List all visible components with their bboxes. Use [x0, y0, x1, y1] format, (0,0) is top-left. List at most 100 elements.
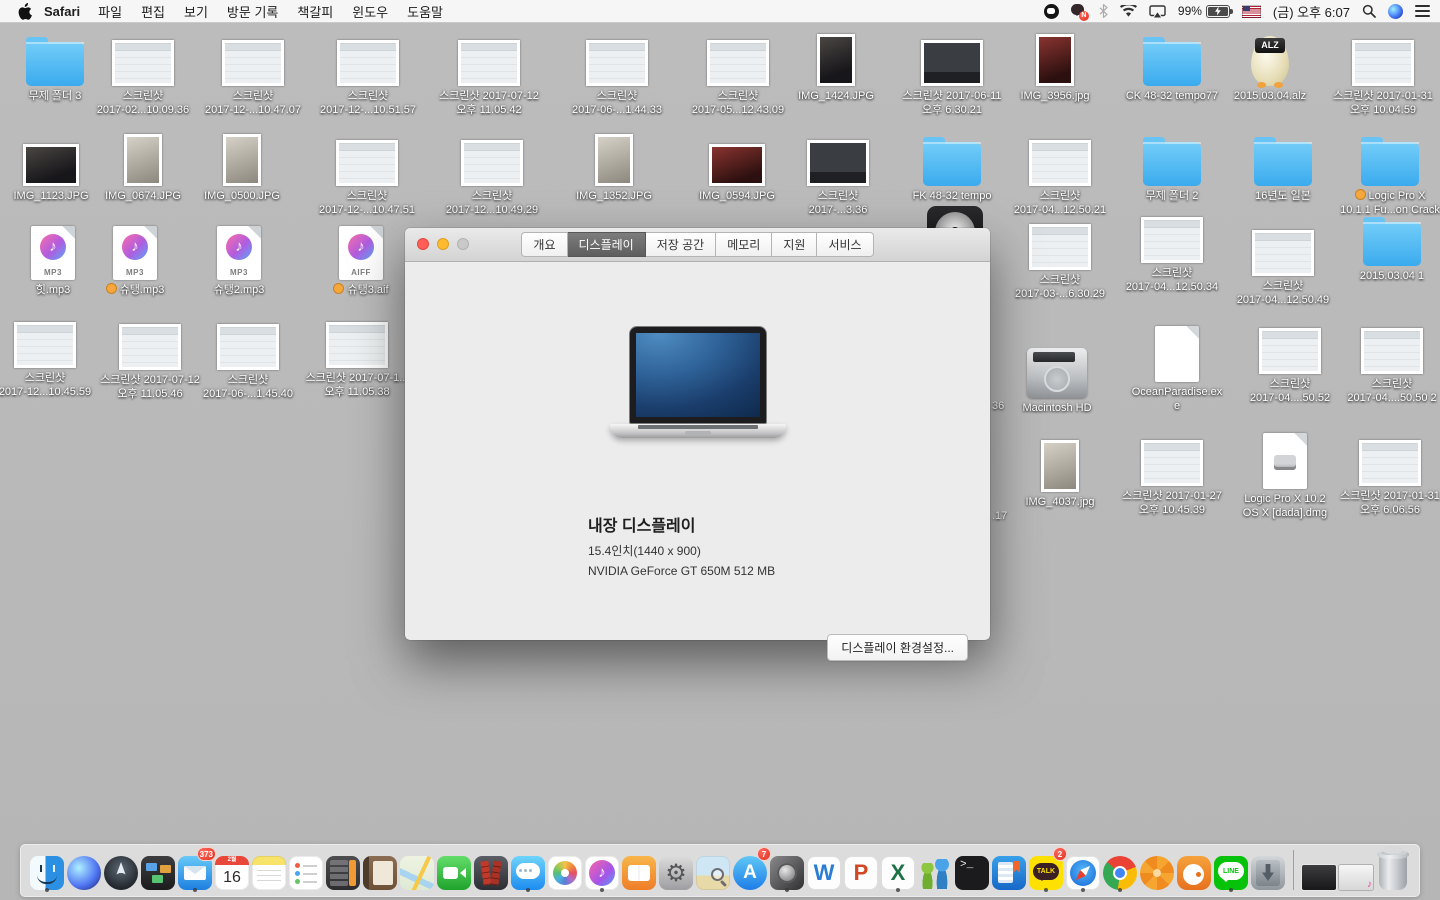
desktop-icon-screenshot-2017-06-1-45-40[interactable]: 스크린샷2017-06-...1.45.40 [190, 312, 306, 401]
dock-minimized-window-light[interactable] [1339, 850, 1373, 890]
dock-safari[interactable] [1066, 850, 1100, 890]
desktop-icon-mp3-shutaeng[interactable]: MP3슈탱.mp3 [77, 222, 193, 297]
bluetooth-icon[interactable] [1099, 4, 1108, 18]
desktop-icon-screenshot-2017-01-27-10-45-39[interactable]: 스크린샷 2017-01-27오후 10.45.39 [1114, 428, 1230, 517]
menu-item-3[interactable]: 방문 기록 [227, 2, 278, 21]
desktop-icon-screenshot-2017-3-36[interactable]: 스크린샷2017-...3.36 [780, 128, 896, 217]
desktop-icon-folder-logic-pro-x-crack[interactable]: Logic Pro X10.1.1 Fu...on Crack [1332, 128, 1440, 217]
dock-facetime[interactable] [437, 850, 471, 890]
desktop-icon-folder-2015-03-04-1[interactable]: 2015.03.04 1 [1334, 208, 1440, 283]
desktop-icon-img-1424-jpg[interactable]: IMG_1424.JPG [778, 28, 894, 103]
dock-tangerine[interactable] [1140, 850, 1174, 890]
desktop-icon-screenshot-2017-04-50-50-2[interactable]: 스크린샷2017-04....50.50 2 [1334, 316, 1440, 405]
window-tab-3[interactable]: 메모리 [716, 232, 772, 257]
desktop-icon-logic-pro-dmg[interactable]: Logic Pro X 10.2OS X [dada].dmg [1227, 425, 1343, 520]
dock-terminal[interactable] [955, 850, 989, 890]
dock-mission-control[interactable] [141, 850, 175, 890]
apple-menu-icon[interactable] [18, 3, 32, 20]
desktop-icon-screenshot-2017-03-6-30-29[interactable]: 스크린샷2017-03-...6.30.29 [1002, 212, 1118, 301]
desktop-icon-screenshot-2017-01-31-6-06-56[interactable]: 스크린샷 2017-01-31오후 6.06.56 [1332, 428, 1440, 517]
close-button[interactable] [417, 238, 429, 250]
desktop-icon-screenshot-2017-06-1-44-33[interactable]: 스크린샷2017-06-...1.44.33 [559, 28, 675, 117]
dock-ibooks[interactable] [622, 850, 656, 890]
airplay-icon[interactable] [1149, 5, 1166, 18]
dock-app-store[interactable]: 7 [733, 850, 767, 890]
desktop-icon-img-1352-jpg[interactable]: IMG_1352.JPG [556, 128, 672, 203]
dock-contacts[interactable] [363, 850, 397, 890]
desktop-icon-folder-fk-48-32-tempo[interactable]: FK 48-32 tempo [894, 128, 1010, 203]
desktop-icon-macintosh-hd[interactable]: Macintosh HD [999, 322, 1115, 415]
dock-messenger[interactable] [918, 850, 952, 890]
dock-preview[interactable] [696, 850, 730, 890]
desktop-icon-aiff-shutaeng3[interactable]: AIFF슈탱3.aif [303, 222, 419, 297]
dock-mail[interactable]: 373 [178, 850, 212, 890]
dock-gom-player[interactable] [1177, 850, 1211, 890]
dock-reminders[interactable] [289, 850, 323, 890]
desktop-icon-oceanparadise-exe[interactable]: OceanParadise.exe [1119, 318, 1235, 413]
desktop-icon-img-3956-jpg[interactable]: IMG_3956.jpg [997, 28, 1113, 103]
window-tab-2[interactable]: 저장 공간 [646, 232, 717, 257]
desktop-icon-screenshot-2017-01-31-10-04-59[interactable]: 스크린샷 2017-01-31오후 10.04.59 [1325, 28, 1440, 117]
desktop-icon-mp3-shutaeng2[interactable]: MP3슈탱2.mp3 [181, 222, 297, 297]
desktop-icon-screenshot-2017-12-10-49-29[interactable]: 스크린샷2017-12...10.49.29 [434, 128, 550, 217]
menu-item-0[interactable]: 파일 [98, 2, 122, 21]
window-tab-0[interactable]: 개요 [521, 232, 567, 257]
dock-notes[interactable] [252, 850, 286, 890]
desktop-icon-screenshot-2017-02-10-09-36[interactable]: 스크린샷2017-02...10.09.36 [85, 28, 201, 117]
dock-maps[interactable] [400, 850, 434, 890]
dock-launchpad[interactable] [104, 850, 138, 890]
desktop-icon-screenshot-2017-06-11-6-30-21[interactable]: 스크린샷 2017-06-11오후 6.30.21 [894, 28, 1010, 117]
display-preferences-button[interactable]: 디스플레이 환경설정... [827, 634, 968, 661]
desktop-icon-folder-16-japan[interactable]: 16년도 일본 [1225, 128, 1341, 203]
siri-icon[interactable] [1388, 4, 1403, 19]
desktop-icon-screenshot-2017-12-10-47-07[interactable]: 스크린샷2017-12-...10.47.07 [195, 28, 311, 117]
input-language-flag-icon[interactable] [1242, 5, 1261, 18]
desktop-icon-screenshot-2017-07-11-05-38[interactable]: 스크린샷 2017-07-1...오후 11.05.38 [299, 310, 415, 399]
desktop-icon-img-4037-jpg[interactable]: IMG_4037.jpg [1002, 428, 1118, 509]
desktop-icon-screenshot-2017-04-12-50-21[interactable]: 스크린샷2017-04...12.50.21 [1002, 128, 1118, 217]
dock-minimized-window-dark[interactable] [1302, 850, 1336, 890]
notification-center-icon[interactable] [1415, 5, 1430, 17]
dock-kakaotalk[interactable]: TALK2 [1029, 850, 1063, 890]
desktop-icon-screenshot-2017-04-12-50-34[interactable]: 스크린샷2017-04...12.50.34 [1114, 205, 1230, 294]
dock-word[interactable]: W [807, 850, 841, 890]
dock-chrome[interactable] [1103, 850, 1137, 890]
battery-indicator[interactable]: 99% [1178, 4, 1230, 18]
desktop-icon-screenshot-2017-04-50-52[interactable]: 스크린샷2017-04....50.52 [1232, 316, 1348, 405]
dock-messages[interactable] [511, 850, 545, 890]
spotlight-icon[interactable] [1362, 4, 1376, 18]
window-tab-1[interactable]: 디스플레이 [568, 232, 646, 257]
desktop-icon-screenshot-2017-12-10-45-59[interactable]: 스크린샷2017-12...10.45.59 [0, 310, 103, 399]
window-tab-4[interactable]: 지원 [772, 232, 817, 257]
active-app-name[interactable]: Safari [44, 4, 80, 19]
dock-siri[interactable] [67, 850, 101, 890]
minimize-button[interactable] [437, 238, 449, 250]
desktop-icon-folder-untitled-2[interactable]: 무제 폴더 2 [1114, 128, 1230, 203]
dock-photo-booth[interactable] [474, 850, 508, 890]
kakaotalk-status-icon[interactable]: N [1071, 4, 1087, 19]
dock-itunes[interactable] [585, 850, 619, 890]
desktop-icon-screenshot-2017-12-10-51-57[interactable]: 스크린샷2017-12-...10.51.57 [310, 28, 426, 117]
dock-system-preferences[interactable] [659, 850, 693, 890]
desktop-icon-screenshot-2017-07-12-11-05-42[interactable]: 스크린샷 2017-07-12오후 11.05.42 [431, 28, 547, 117]
menu-item-2[interactable]: 보기 [184, 2, 208, 21]
dock-calendar[interactable]: 2월16 [215, 850, 249, 890]
window-tab-5[interactable]: 서비스 [817, 232, 873, 257]
dock-logic-pro-x[interactable] [770, 850, 804, 890]
dock-line[interactable]: LINE [1214, 850, 1248, 890]
desktop-icon-screenshot-2017-12-10-47-51[interactable]: 스크린샷2017-12-...10.47.51 [309, 128, 425, 217]
desktop-icon-alz-2015-03-04[interactable]: 2015.03.04.alz [1212, 28, 1328, 103]
desktop-icon-img-0500-jpg[interactable]: IMG_0500.JPG [184, 128, 300, 203]
menu-item-4[interactable]: 책갈피 [297, 2, 333, 21]
line-status-icon[interactable] [1044, 4, 1059, 19]
wifi-icon[interactable] [1120, 5, 1137, 17]
dock-photos[interactable] [548, 850, 582, 890]
window-title-bar[interactable]: 개요디스플레이저장 공간메모리지원서비스 [405, 228, 990, 262]
menu-item-1[interactable]: 편집 [141, 2, 165, 21]
dock-document-app[interactable] [992, 850, 1026, 890]
dock-powerpoint[interactable]: P [844, 850, 878, 890]
menu-bar-clock[interactable]: (금) 오후 6:07 [1273, 2, 1350, 21]
menu-item-6[interactable]: 도움말 [407, 2, 443, 21]
dock-calculator[interactable] [326, 850, 360, 890]
dock-finder[interactable] [30, 850, 64, 890]
